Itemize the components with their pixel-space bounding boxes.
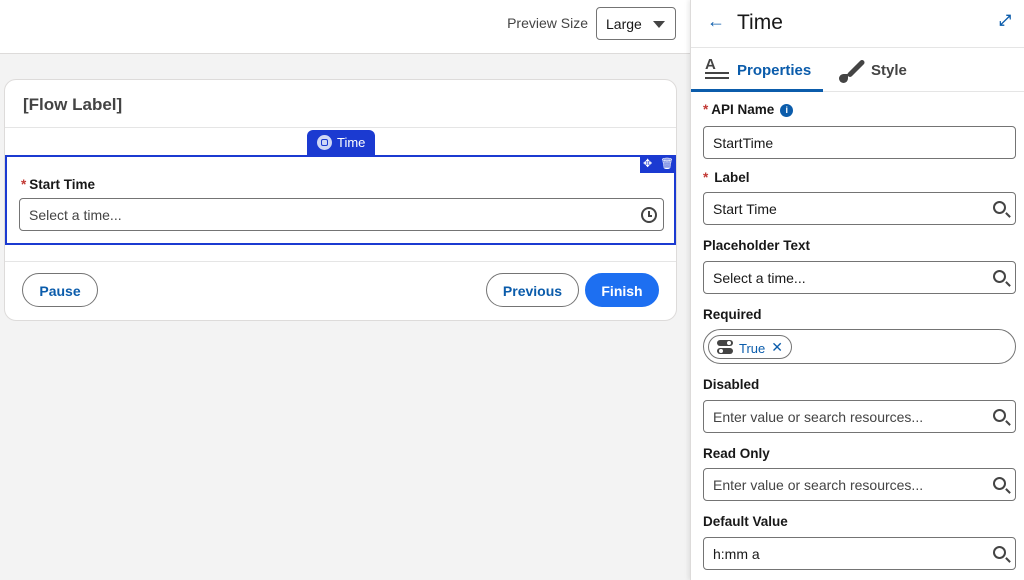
caret-down-icon (653, 21, 665, 28)
delete-icon[interactable]: 🗑 (660, 158, 674, 171)
placeholder-text-input[interactable]: Select a time... (703, 261, 1016, 294)
panel-header: ← Time ⤢ (691, 0, 1024, 48)
expand-icon[interactable]: ⤢ (999, 12, 1011, 29)
footer-divider (5, 261, 676, 262)
finish-button[interactable]: Finish (585, 273, 659, 307)
label-field-label-text: Label (714, 170, 750, 185)
clock-icon (641, 207, 657, 223)
panel-title: Time (737, 11, 783, 34)
label-field-label: * Label (703, 170, 750, 185)
tab-properties-label: Properties (737, 62, 812, 79)
properties-icon: A (705, 56, 729, 82)
required-label: Required (703, 307, 762, 322)
required-input[interactable]: True ✕ (703, 329, 1016, 364)
default-value-input[interactable]: h:mm a (703, 537, 1016, 570)
placeholder-text-value: Select a time... (713, 270, 806, 286)
read-only-placeholder: Enter value or search resources... (713, 477, 924, 493)
disabled-label: Disabled (703, 377, 760, 392)
api-name-input[interactable]: StartTime (703, 126, 1016, 159)
required-marker: * (703, 102, 709, 117)
preview-size-value: Large (606, 16, 642, 32)
label-value: Start Time (713, 201, 777, 217)
required-pill[interactable]: True ✕ (708, 335, 792, 359)
start-time-label-text: Start Time (29, 177, 96, 192)
api-name-label: * API Name i (703, 102, 794, 117)
search-icon (993, 409, 1006, 422)
start-time-label: * Start Time (21, 177, 95, 192)
remove-pill-icon[interactable]: ✕ (771, 339, 783, 356)
placeholder-text-label: Placeholder Text (703, 238, 811, 253)
disabled-input[interactable]: Enter value or search resources... (703, 400, 1016, 433)
search-icon (993, 546, 1006, 559)
start-time-placeholder: Select a time... (29, 207, 122, 223)
start-time-input[interactable]: Select a time... (19, 198, 664, 231)
component-tag-label: Time (337, 135, 366, 150)
tab-style-label: Style (871, 62, 907, 79)
flow-canvas: Preview Size Large [Flow Label] Time ✥ 🗑… (0, 0, 690, 580)
default-value-label: Default Value (703, 514, 788, 529)
tab-properties[interactable]: A Properties (691, 48, 823, 92)
required-marker: * (21, 177, 27, 192)
brush-icon (839, 58, 866, 84)
panel-tabs: A Properties Style (691, 48, 1024, 92)
disabled-placeholder: Enter value or search resources... (713, 409, 924, 425)
info-icon[interactable]: i (780, 104, 794, 117)
required-pill-label: True (739, 341, 766, 356)
api-name-label-text: API Name (711, 102, 775, 117)
default-value-value: h:mm a (713, 546, 760, 562)
label-input[interactable]: Start Time (703, 192, 1016, 225)
search-icon (993, 270, 1006, 283)
properties-panel: ← Time ⤢ A Properties Style * API Name i S… (690, 0, 1024, 580)
search-icon (993, 477, 1006, 490)
preview-size-label: Preview Size (507, 15, 588, 31)
selected-time-component[interactable]: ✥ 🗑 * Start Time Select a time... (5, 155, 676, 245)
tab-style[interactable]: Style (837, 48, 917, 92)
read-only-input[interactable]: Enter value or search resources... (703, 468, 1016, 501)
flow-label: [Flow Label] (23, 95, 123, 114)
read-only-label: Read Only (703, 446, 770, 461)
time-component-icon (317, 135, 332, 150)
required-marker: * (703, 170, 709, 185)
canvas-toolbar: Preview Size Large (0, 0, 690, 54)
pause-button[interactable]: Pause (22, 273, 98, 307)
move-icon[interactable]: ✥ (643, 158, 652, 171)
api-name-value: StartTime (713, 135, 774, 151)
component-actions: ✥ 🗑 (640, 157, 674, 173)
preview-size-select[interactable]: Large (596, 7, 676, 40)
search-icon (993, 201, 1006, 214)
previous-button[interactable]: Previous (486, 273, 579, 307)
back-arrow-icon[interactable]: ← (707, 11, 725, 32)
toggle-icon (717, 340, 733, 354)
header-divider (5, 127, 676, 128)
screen-card: [Flow Label] Time ✥ 🗑 * Start Time Select… (4, 79, 677, 321)
component-tag[interactable]: Time (307, 130, 375, 155)
